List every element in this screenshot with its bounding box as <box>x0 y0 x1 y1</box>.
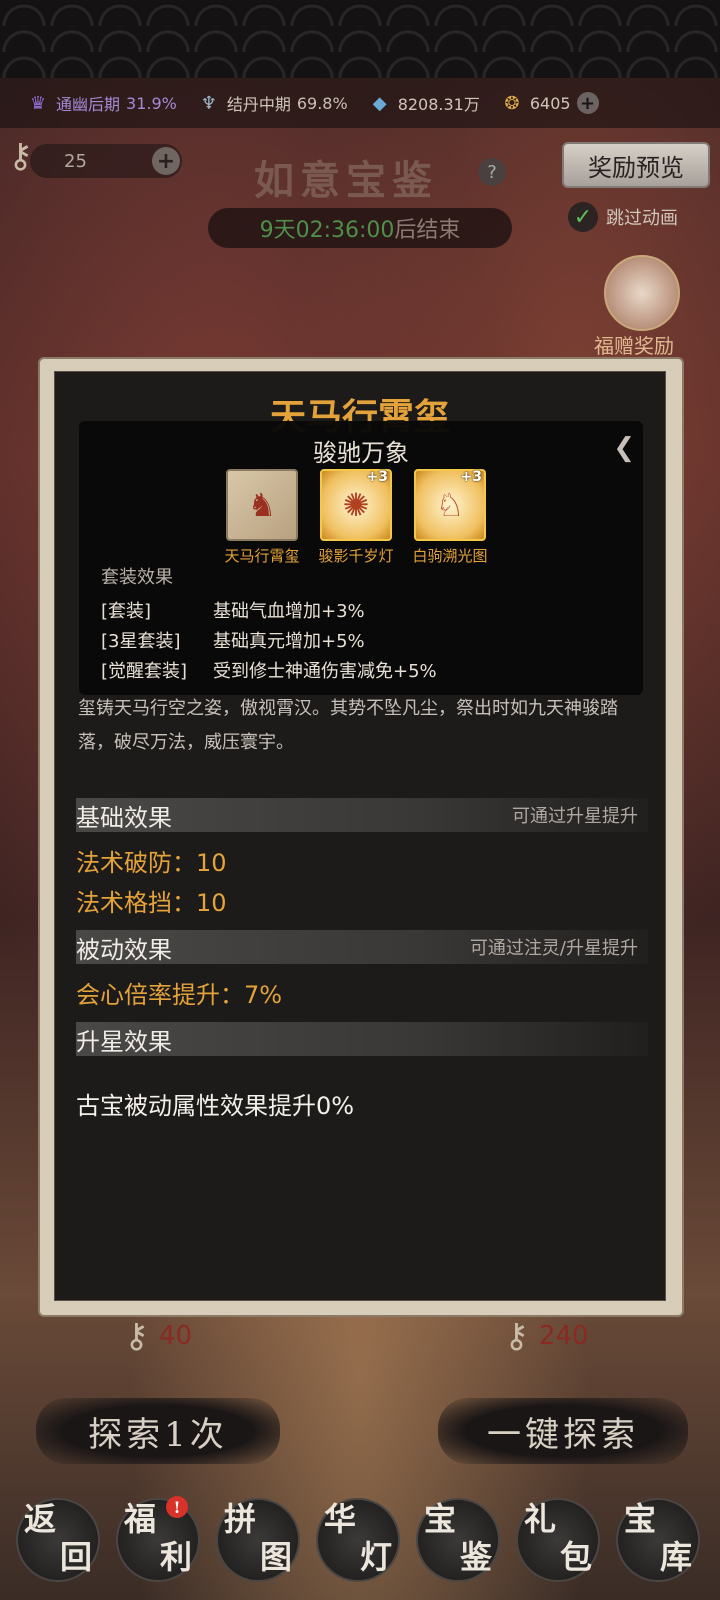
set-piece[interactable]: ✺ +3 骏影千岁灯 <box>318 469 394 566</box>
multi-cost: ⚷ 240 <box>504 1316 589 1356</box>
event-timer: 9天02:36:00 后结束 <box>208 208 512 248</box>
set-pieces: ♞ 天马行霄玺 ✺ +3 骏影千岁灯 ♘ +3 白驹溯光图 <box>224 469 488 566</box>
set-effect-popup: 骏驰万象 ❮ ♞ 天马行霄玺 ✺ +3 骏影千岁灯 ♘ +3 白驹溯光图 套装效… <box>79 421 643 695</box>
coin-icon: ❂ <box>504 92 520 114</box>
key-counter: ⚷ 25 + <box>8 136 182 178</box>
skip-animation-toggle[interactable]: ✓ 跳过动画 <box>568 202 678 232</box>
explore-all-button[interactable]: 一键探索 <box>438 1398 688 1464</box>
check-icon: ✓ <box>568 202 598 232</box>
nav-welfare[interactable]: 福利 ! <box>116 1496 200 1582</box>
basic-effect-header: 基础效果 可通过升星提升 <box>76 798 648 832</box>
nav-puzzle[interactable]: 拼图 <box>216 1498 300 1582</box>
star-effect-header: 升星效果 <box>76 1022 648 1056</box>
add-key-button[interactable]: + <box>152 147 180 175</box>
gift-avatar[interactable] <box>604 255 680 331</box>
seal-icon: ♞ <box>226 469 298 541</box>
coin-resource: ❂ 6405 + <box>500 91 599 115</box>
key-icon: ⚷ <box>124 1316 149 1356</box>
key-icon: ⚷ <box>8 136 33 176</box>
stat-line: 法术破防：10 <box>76 849 227 877</box>
fan-icon: ♆ <box>200 92 217 114</box>
passive-effect-header: 被动效果 可通过注灵/升星提升 <box>76 930 648 964</box>
purple-realm-icon: ♛ <box>29 92 47 114</box>
explore-once-button[interactable]: 探索1次 <box>36 1398 280 1464</box>
realm-2: ♆ 结丹中期 69.8% <box>197 91 348 115</box>
star-badge: +3 <box>366 469 388 485</box>
nav-vault[interactable]: 宝库 <box>616 1498 700 1582</box>
set-piece[interactable]: ♞ 天马行霄玺 <box>224 469 300 566</box>
resource-bar: ♛ 通幽后期 31.9% ♆ 结丹中期 69.8% ◆ 8208.31万 ❂ 6… <box>0 78 720 128</box>
reward-preview-button[interactable]: 奖励预览 <box>562 142 710 188</box>
nav-treasure-mirror[interactable]: 宝鉴 <box>416 1498 500 1582</box>
key-icon: ⚷ <box>504 1316 529 1356</box>
add-coin-button[interactable]: + <box>576 92 599 114</box>
alert-badge: ! <box>166 1496 188 1518</box>
close-arrow-icon[interactable]: ❮ <box>613 433 635 463</box>
stat-line: 法术格挡：10 <box>76 889 227 917</box>
set-effects: 套装效果 [套装] 基础气血增加+3% [3星套装] 基础真元增加+5% [觉醒… <box>101 563 621 687</box>
set-effect-row: [3星套装] 基础真元增加+5% <box>101 631 365 652</box>
nav-lantern[interactable]: 华灯 <box>316 1498 400 1582</box>
stat-line: 会心倍率提升：7% <box>76 981 283 1009</box>
single-cost: ⚷ 40 <box>124 1316 192 1356</box>
gift-label: 福赠奖励 <box>594 334 674 358</box>
set-effect-row: [觉醒套装] 受到修士神通伤害减免+5% <box>101 661 437 682</box>
set-piece[interactable]: ♘ +3 白驹溯光图 <box>412 469 488 566</box>
set-name: 骏驰万象 <box>313 439 409 467</box>
crystal-icon: ◆ <box>372 92 387 114</box>
page-title: 如意宝鉴 <box>254 157 438 204</box>
help-icon[interactable]: ? <box>478 158 506 186</box>
scroll-icon: ♘ +3 <box>414 469 486 541</box>
lamp-icon: ✺ +3 <box>320 469 392 541</box>
bottom-nav: 返回 福利 ! 拼图 华灯 宝鉴 礼包 宝库 <box>0 1484 720 1600</box>
nav-back[interactable]: 返回 <box>16 1498 100 1582</box>
crystal-resource: ◆ 8208.31万 <box>368 91 480 115</box>
set-effect-row: [套装] 基础气血增加+3% <box>101 601 365 622</box>
star-effect-text: 古宝被动属性效果提升0% <box>76 1092 355 1120</box>
item-description: 玺铸天马行空之姿，傲视霄汉。其势不坠凡尘，祭出时如九天神骏踏落，破尽万法，威压寰… <box>78 698 618 753</box>
nav-gift-pack[interactable]: 礼包 <box>516 1498 600 1582</box>
realm-1: ♛ 通幽后期 31.9% <box>26 91 177 115</box>
star-badge: +3 <box>460 469 482 485</box>
top-wave-decor <box>0 0 720 78</box>
